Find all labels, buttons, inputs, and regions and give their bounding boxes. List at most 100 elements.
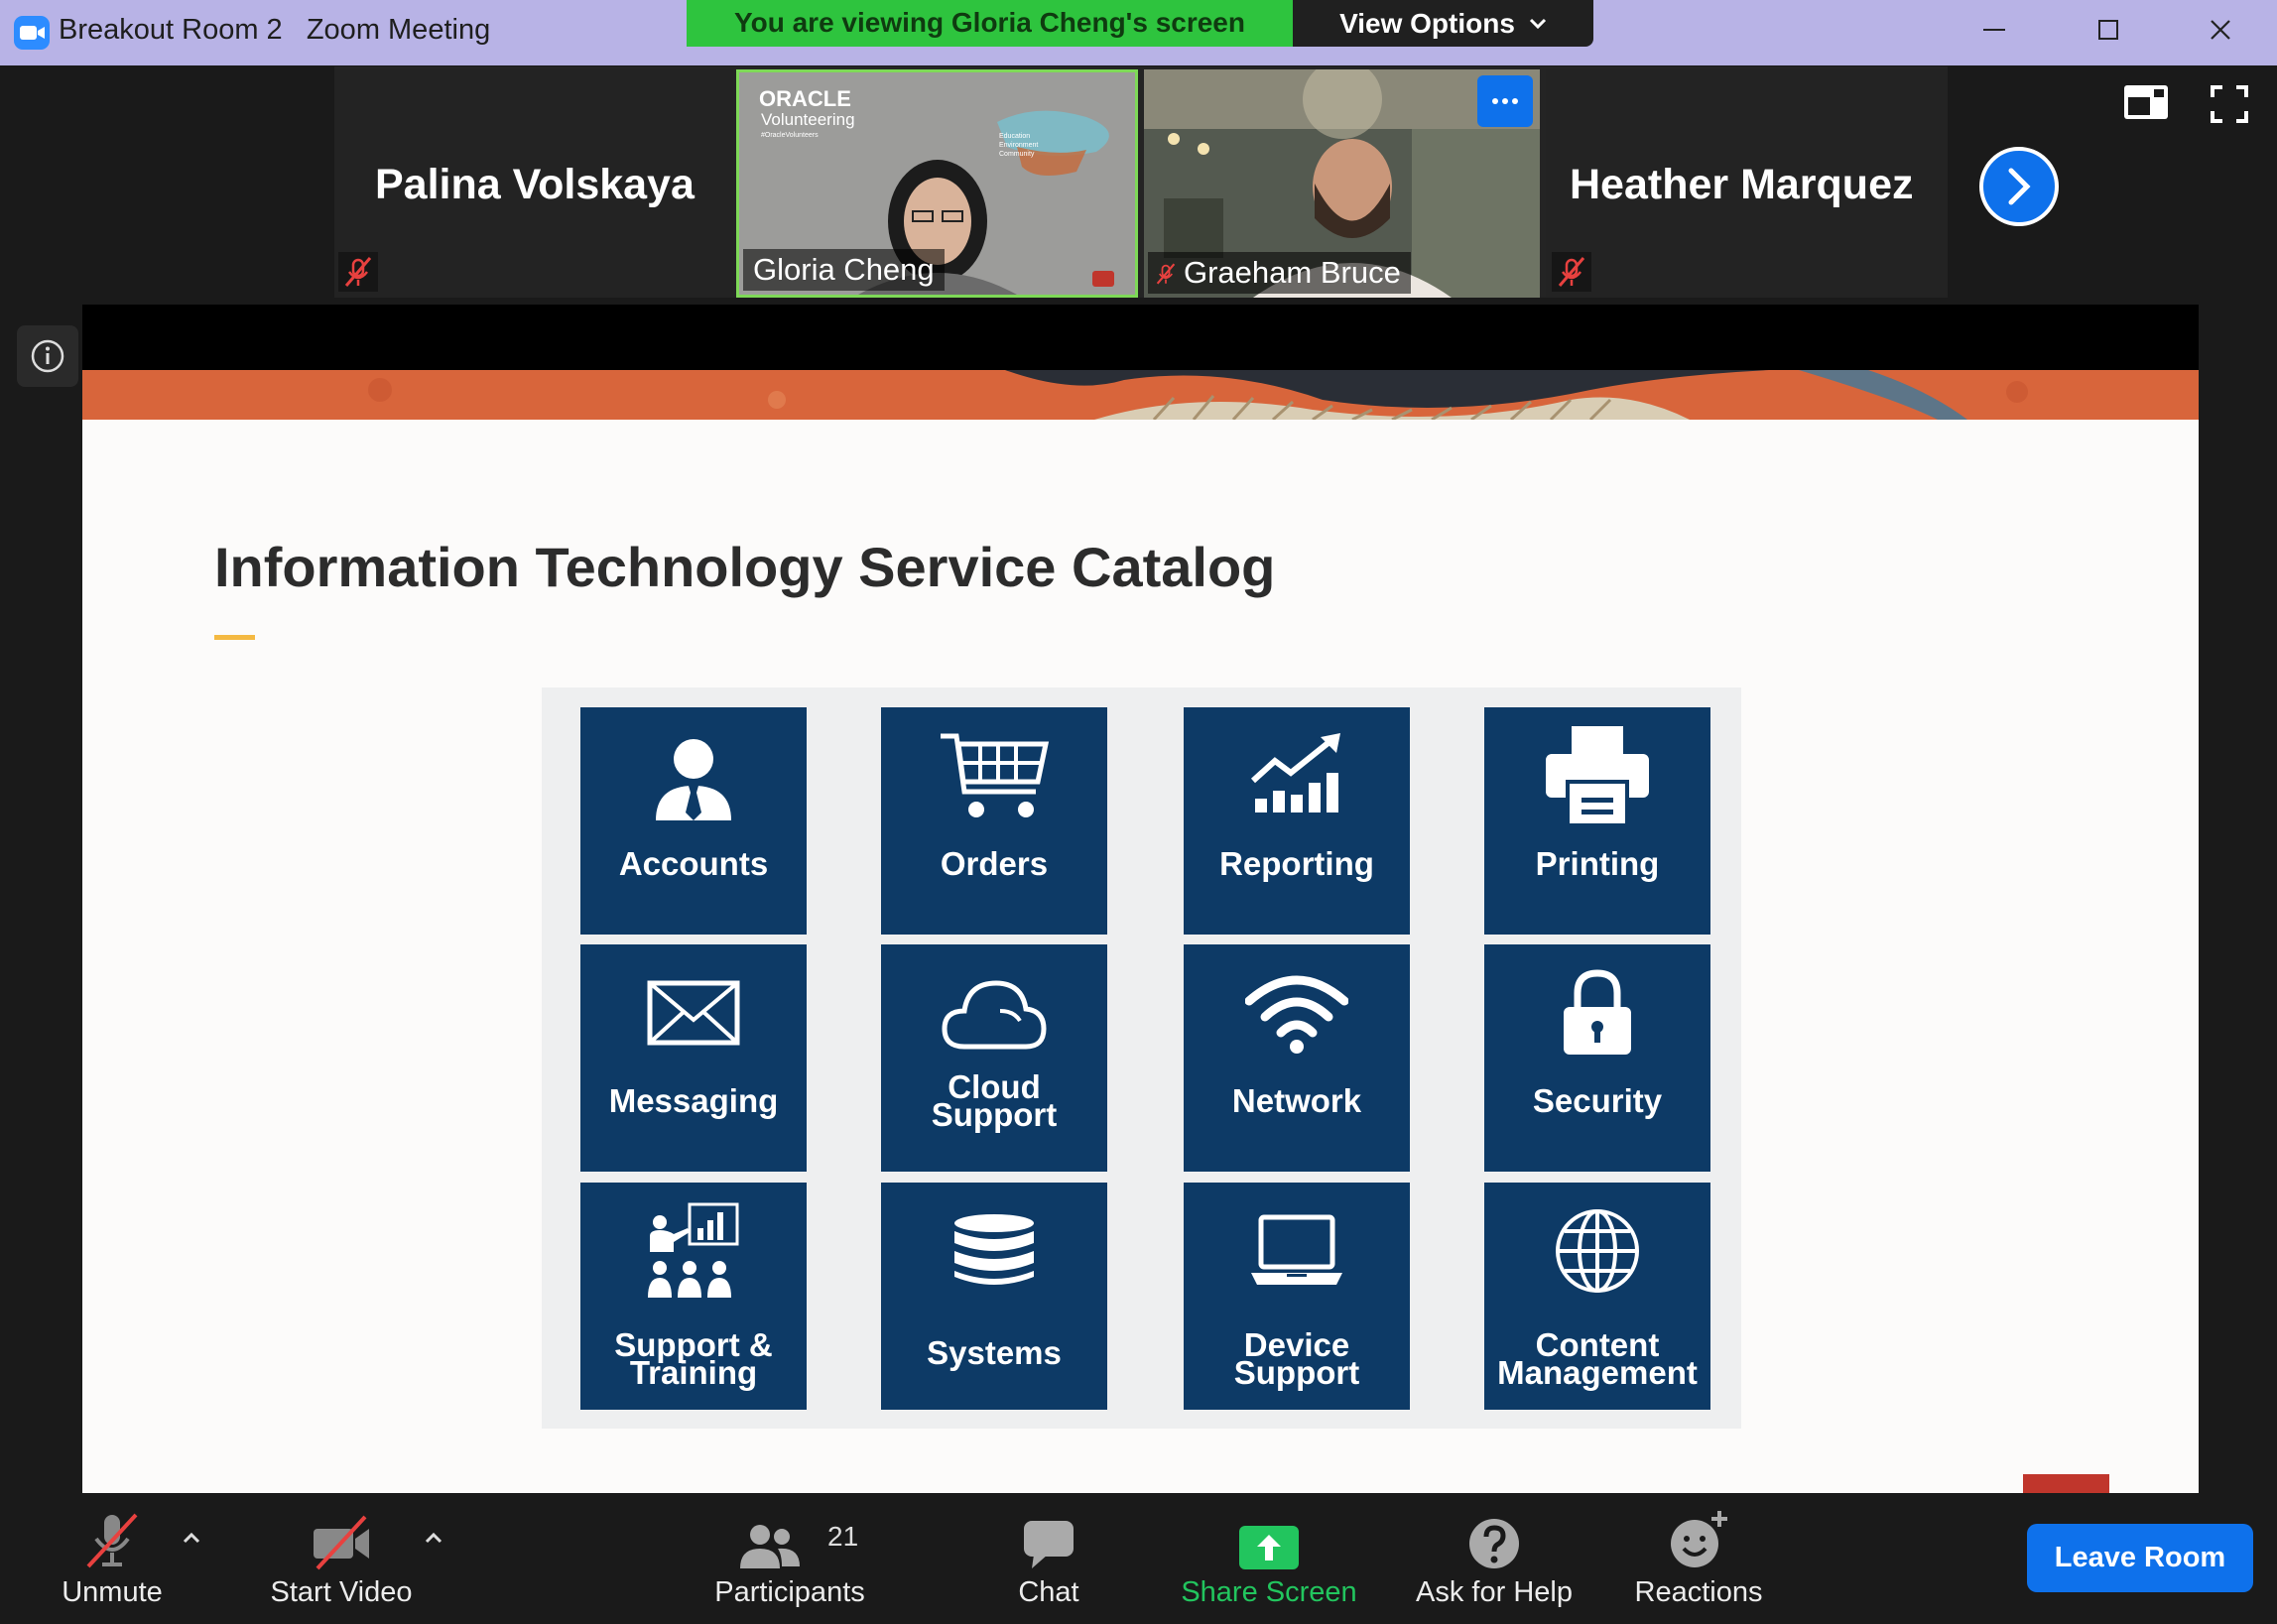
slide-title: Information Technology Service Catalog [214,536,1276,598]
unmute-label: Unmute [62,1576,163,1608]
chat-label: Chat [1018,1576,1079,1608]
close-window-button[interactable] [2171,4,2270,56]
share-screen-label: Share Screen [1181,1576,1357,1608]
video-off-icon [314,1515,369,1570]
fullscreen-button[interactable] [2211,85,2248,123]
question-mark-icon [1469,1519,1519,1568]
presentation-icon [648,1202,739,1298]
service-tile-network: Network [1184,944,1410,1172]
reactions-label: Reactions [1634,1576,1763,1608]
service-label: Content Management [1484,1328,1710,1389]
slide-corner-accent [2023,1474,2109,1493]
service-label: Orders [940,845,1049,882]
layout-icon [2124,85,2168,119]
service-tile-messaging: Messaging [580,944,807,1172]
participant-tile-graeham[interactable]: Graeham Bruce [1144,69,1540,298]
service-label: Printing [1535,845,1660,882]
service-label-line: Support [1233,1354,1360,1391]
window-title: Breakout Room 2 Zoom Meeting [59,14,491,46]
title-accent-line [214,635,255,640]
chat-button[interactable]: Chat [994,1493,1103,1624]
ask-for-help-button[interactable]: Ask for Help [1405,1493,1583,1624]
globe-icon [1556,1209,1639,1293]
service-tile-orders: Orders [881,707,1107,935]
maximize-icon [2098,20,2118,40]
meeting-info-button[interactable] [17,325,78,387]
participants-icon [740,1525,800,1568]
service-tile-support-training: Support & Training [580,1183,807,1410]
printer-icon [1546,726,1649,827]
leave-room-button[interactable]: Leave Room [2027,1524,2253,1592]
padlock-icon [1564,969,1631,1055]
fullscreen-icon [2211,85,2248,123]
bar-chart-trend-icon [1250,733,1340,812]
muted-microphone-icon [86,1513,138,1568]
video-options-caret-icon[interactable] [423,1518,444,1558]
gallery-layout-button[interactable] [2124,85,2168,119]
start-video-button[interactable]: Start Video [260,1493,423,1624]
participant-name: Palina Volskaya [375,161,695,208]
service-label-line: Training [629,1354,758,1391]
service-label: Support & Training [580,1328,807,1391]
more-options-icon [1492,98,1518,104]
database-icon [954,1214,1034,1285]
service-catalog-grid: Accounts Orders Reporting Printing Messa… [542,687,1741,1429]
service-tile-device-support: Device Support [1184,1183,1410,1410]
screen-share-banner: You are viewing Gloria Cheng's screen [687,0,1293,47]
video-tag-text: #OracleVolunteers [761,132,819,139]
slide-top-bar [82,305,2199,370]
shared-screen-slide: Information Technology Service Catalog A… [82,305,2199,1493]
video-sub-text: Volunteering [761,110,855,129]
service-label: Device Support [1184,1328,1410,1391]
service-tile-printing: Printing [1484,707,1710,935]
participant-tile-gloria[interactable]: ORACLE Volunteering #OracleVolunteers Ed… [736,69,1138,298]
muted-mic-icon [1552,252,1591,292]
video-brand-text: ORACLE [759,86,851,111]
maximize-button[interactable] [2059,4,2158,56]
title-bar: Breakout Room 2 Zoom Meeting You are vie… [0,0,2277,65]
service-tile-reporting: Reporting [1184,707,1410,935]
next-participants-button[interactable] [1979,147,2059,226]
service-label: Security [1532,1082,1663,1119]
envelope-icon [647,980,740,1046]
start-video-label: Start Video [270,1576,413,1608]
service-label: Cloud Support [881,1070,1107,1133]
video-vertical-text: Education Environment Community [999,133,1039,158]
minimize-button[interactable] [1945,4,2044,56]
muted-mic-icon [338,252,378,292]
participants-count: 21 [827,1521,859,1552]
audio-options-caret-icon[interactable] [181,1518,202,1558]
participant-tile-palina[interactable]: Palina Volskaya [334,69,733,298]
slide-decorative-band [82,370,2199,420]
person-icon [656,739,731,820]
service-label: Systems [927,1334,1062,1371]
service-label: Reporting [1219,845,1374,882]
smiley-add-icon [1671,1511,1727,1567]
service-tile-systems: Systems [881,1183,1107,1410]
reactions-button[interactable]: Reactions [1619,1493,1778,1624]
minimize-icon [1983,29,2005,31]
chevron-down-icon [1529,18,1546,29]
info-icon [31,339,64,373]
unmute-button[interactable]: Unmute [42,1493,183,1624]
participant-tile-heather[interactable]: Heather Marquez [1546,69,1948,298]
share-screen-icon [1239,1526,1299,1569]
chat-bubble-icon [1024,1521,1074,1568]
ask-for-help-label: Ask for Help [1416,1576,1573,1608]
view-options-button[interactable]: View Options [1293,0,1593,47]
service-label-line: Support [931,1096,1058,1133]
view-options-label: View Options [1339,7,1515,39]
participant-name-tag: Gloria Cheng [743,249,945,291]
service-tile-accounts: Accounts [580,707,807,935]
participants-button[interactable]: 21 Participants [700,1493,879,1624]
laptop-icon [1251,1214,1342,1285]
participant-name: Heather Marquez [1570,161,1914,208]
share-screen-button[interactable]: Share Screen [1177,1493,1361,1624]
shopping-cart-icon [941,733,1050,817]
service-tile-cloud-support: Cloud Support [881,944,1107,1172]
participant-name-tag: Graeham Bruce [1148,252,1411,294]
participant-name: Graeham Bruce [1184,255,1401,290]
service-label: Messaging [608,1082,779,1119]
participant-more-options-button[interactable] [1477,75,1533,127]
service-tile-security: Security [1484,944,1710,1172]
